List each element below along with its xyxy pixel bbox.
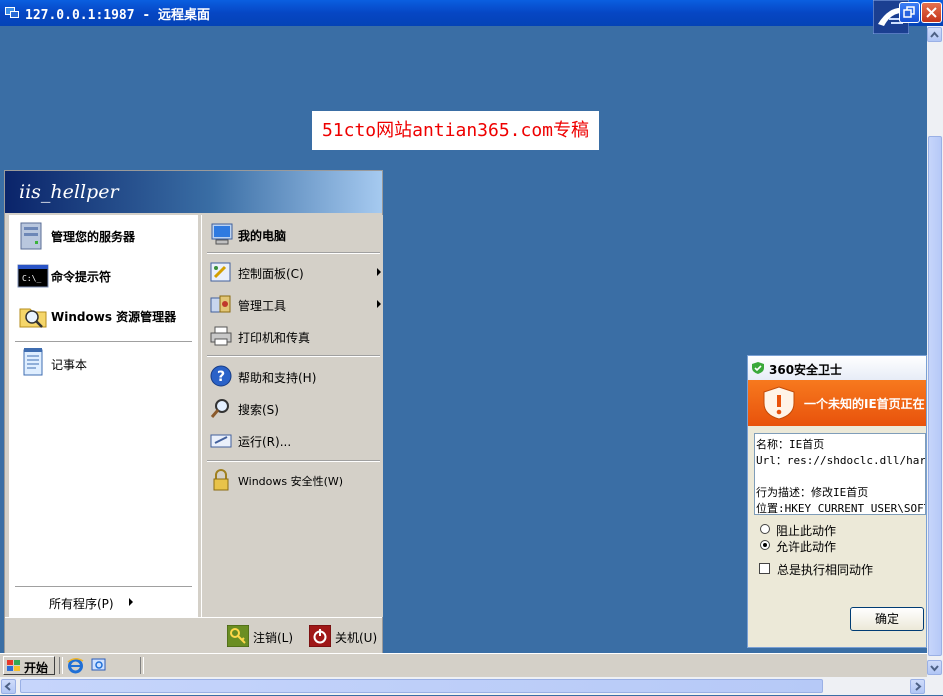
cmd-prompt-icon: C:\_ bbox=[17, 264, 49, 288]
security-alert-popup: 360安全卫士 一个未知的IE首页正在 名称：IE首页 Url：res://sh… bbox=[747, 355, 927, 648]
warning-shield-icon bbox=[763, 386, 795, 420]
menu-item-windows-explorer[interactable]: Windows 资源管理器 bbox=[9, 295, 198, 335]
control-panel-icon bbox=[210, 262, 231, 282]
taskbar: 开始 bbox=[0, 653, 927, 677]
user-name: iis_hellper bbox=[19, 181, 119, 203]
menu-item-control-panel[interactable]: 控制面板(C) bbox=[202, 257, 383, 287]
menu-item-help-support[interactable]: ? 帮助和支持(H) bbox=[202, 361, 383, 391]
window-title: 127.0.0.1:1987 - 远程桌面 bbox=[25, 8, 211, 23]
horizontal-scroll-thumb[interactable] bbox=[20, 679, 823, 693]
horizontal-scrollbar[interactable] bbox=[0, 677, 927, 695]
svg-text:C:\_: C:\_ bbox=[22, 274, 41, 283]
logoff-key-icon bbox=[227, 625, 249, 647]
scroll-down-button[interactable] bbox=[927, 660, 942, 675]
start-menu: iis_hellper 管理您的服务器 C:\_ 命令提示符 Windows 资… bbox=[4, 170, 383, 654]
submenu-arrow-icon bbox=[377, 268, 381, 276]
arrow-right-icon bbox=[915, 682, 922, 691]
svg-text:?: ? bbox=[217, 369, 225, 385]
menu-item-admin-tools[interactable]: 管理工具 bbox=[202, 289, 383, 319]
start-menu-footer: 注销(L) 关机(U) bbox=[5, 617, 382, 654]
popup-title: 360安全卫士 bbox=[769, 363, 843, 377]
run-icon bbox=[210, 434, 232, 448]
logoff-button[interactable]: 注销(L) bbox=[225, 624, 299, 648]
alert-message: 一个未知的IE首页正在 bbox=[804, 397, 925, 411]
menu-item-notepad[interactable]: 记事本 bbox=[9, 345, 198, 381]
start-menu-left-pane: 管理您的服务器 C:\_ 命令提示符 Windows 资源管理器 记事本 所有程… bbox=[9, 215, 198, 617]
quicklaunch-divider bbox=[59, 657, 63, 674]
server-manage-icon bbox=[20, 222, 42, 250]
ok-button[interactable]: 确定 bbox=[850, 607, 924, 631]
menu-item-windows-security[interactable]: Windows 安全性(W) bbox=[202, 465, 383, 495]
admin-tools-icon bbox=[210, 295, 231, 313]
search-icon bbox=[210, 399, 229, 418]
my-computer-icon bbox=[211, 223, 233, 245]
menu-separator bbox=[207, 460, 380, 462]
rdp-title-bar[interactable]: 127.0.0.1:1987 - 远程桌面 bbox=[0, 0, 943, 34]
submenu-arrow-icon bbox=[377, 300, 381, 308]
windows-flag-icon bbox=[7, 660, 20, 671]
remote-desktop-icon bbox=[5, 7, 19, 18]
radio-button-selected[interactable] bbox=[760, 540, 770, 550]
menu-separator bbox=[207, 355, 380, 357]
close-icon bbox=[926, 7, 937, 18]
menu-item-command-prompt[interactable]: C:\_ 命令提示符 bbox=[9, 255, 198, 295]
radio-allow-action[interactable]: 允许此动作 bbox=[758, 538, 918, 554]
always-same-action-checkbox[interactable]: 总是执行相同动作 bbox=[758, 561, 918, 577]
shutdown-button[interactable]: 关机(U) bbox=[307, 624, 381, 648]
notepad-icon bbox=[23, 348, 43, 376]
restore-button[interactable] bbox=[899, 2, 920, 23]
internet-explorer-icon[interactable] bbox=[67, 657, 84, 674]
menu-item-all-programs[interactable]: 所有程序(P) bbox=[9, 589, 198, 615]
alert-banner: 一个未知的IE首页正在 bbox=[748, 380, 926, 426]
menu-item-search[interactable]: 搜索(S) bbox=[202, 393, 383, 423]
printer-icon bbox=[210, 326, 232, 346]
restore-icon bbox=[903, 6, 915, 18]
arrow-down-icon bbox=[930, 665, 939, 672]
menu-separator bbox=[15, 586, 192, 588]
scroll-up-button[interactable] bbox=[927, 27, 942, 42]
help-icon: ? bbox=[210, 365, 232, 387]
start-button[interactable]: 开始 bbox=[3, 656, 55, 675]
scroll-right-button[interactable] bbox=[910, 679, 925, 694]
menu-separator bbox=[207, 252, 380, 254]
start-menu-right-pane: 我的电脑 控制面板(C) 管理工具 打印机和传真 ? 帮助和支持(H) 搜索(S… bbox=[201, 215, 383, 617]
menu-item-manage-server[interactable]: 管理您的服务器 bbox=[9, 215, 198, 255]
explorer-folder-icon bbox=[19, 308, 47, 328]
watermark-banner: 51cto网站antian365.com专稿 bbox=[312, 111, 599, 150]
popup-title-bar: 360安全卫士 bbox=[748, 356, 926, 380]
radio-block-action[interactable]: 阻止此动作 bbox=[758, 522, 918, 538]
checkbox[interactable] bbox=[759, 563, 770, 574]
start-menu-header: iis_hellper bbox=[5, 171, 382, 213]
menu-item-my-computer[interactable]: 我的电脑 bbox=[202, 217, 383, 251]
menu-item-run[interactable]: 运行(R)... bbox=[202, 425, 383, 455]
submenu-arrow-icon bbox=[129, 598, 133, 606]
360-shield-icon bbox=[752, 362, 764, 374]
taskbar-divider bbox=[140, 657, 144, 674]
menu-item-printers-faxes[interactable]: 打印机和传真 bbox=[202, 321, 383, 351]
scrollbar-corner bbox=[927, 677, 943, 695]
vertical-scrollbar[interactable] bbox=[927, 26, 943, 677]
close-button[interactable] bbox=[921, 2, 942, 23]
lock-icon bbox=[213, 469, 229, 491]
arrow-left-icon bbox=[4, 682, 11, 691]
scroll-left-button[interactable] bbox=[1, 679, 16, 694]
show-desktop-icon[interactable] bbox=[90, 657, 107, 674]
power-icon bbox=[309, 625, 331, 647]
vertical-scroll-thumb[interactable] bbox=[928, 136, 942, 656]
arrow-up-icon bbox=[930, 31, 939, 38]
menu-separator bbox=[15, 341, 192, 343]
radio-button[interactable] bbox=[760, 524, 770, 534]
detail-box: 名称：IE首页 Url：res://shdoclc.dll/hardAd 行为描… bbox=[754, 433, 926, 515]
